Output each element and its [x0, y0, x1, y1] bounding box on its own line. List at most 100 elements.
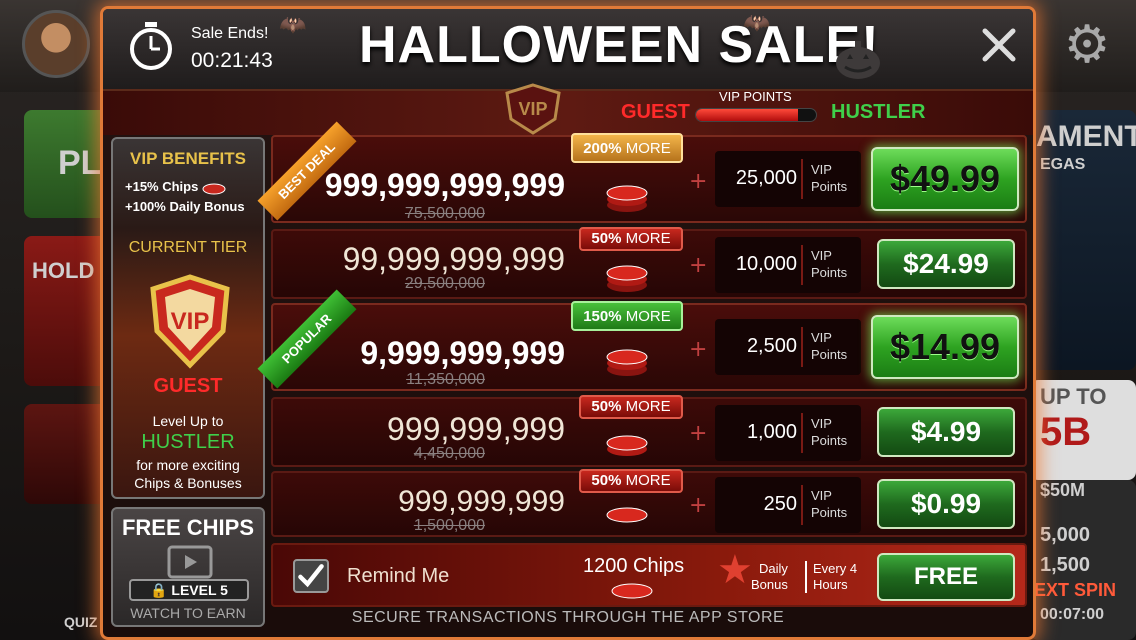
background-1500-label: 1,500	[1040, 554, 1091, 576]
plus-sign: +	[689, 421, 708, 446]
free-chips-title: FREE CHIPS	[121, 515, 255, 540]
daily-chip-amount: 1200 Chips	[583, 555, 685, 577]
chips-icon	[606, 185, 648, 212]
bonus-percent: 150%	[583, 308, 622, 325]
vip-benefits-panel: VIP BENEFITS +15% Chips +100% Daily Bonu…	[111, 137, 265, 499]
old-chip-amount: 11,350,000	[406, 371, 485, 388]
background-vegas-label: EGAS	[1040, 156, 1086, 173]
bonus-more-label: MORE	[625, 230, 671, 247]
price-button[interactable]: $14.99	[871, 315, 1019, 379]
chip-amount: 999,999,999,999	[324, 167, 565, 203]
chips-icon	[606, 435, 648, 456]
old-chip-amount: 75,500,000	[404, 205, 485, 222]
background-jackpot-tile: UP TO 5B	[1030, 380, 1136, 480]
bonus-label: Bonus	[751, 577, 788, 592]
pumpkin-icon	[836, 41, 880, 79]
chip-amount: 999,999,999	[387, 411, 565, 447]
next-tier-name: HUSTLER	[141, 431, 235, 453]
vip-points-unit: VIP Points	[811, 247, 847, 281]
background-next-spin-label: EXT SPIN	[1034, 580, 1117, 600]
background-spin-timer: 00:07:00	[1040, 606, 1105, 623]
page-title: HALLOWEEN SALE!	[359, 16, 880, 74]
price-button[interactable]: $4.99	[877, 407, 1015, 457]
vip-points-unit: VIP Points	[811, 487, 847, 521]
vip-points-value: 25,000	[735, 167, 797, 189]
remind-me-checkbox[interactable]	[293, 559, 329, 593]
vip-next-tier-label: HUSTLER	[831, 101, 926, 123]
bonus-more-label: MORE	[625, 308, 671, 325]
video-icon	[167, 545, 213, 579]
background-play-label: PL	[58, 144, 102, 182]
vip-shield-text: VIP	[171, 308, 210, 335]
offer-row: 50% MORE 99,999,999,999 29,500,000 + 10,…	[271, 227, 1027, 299]
vip-points-box: 1,000 VIP Points	[715, 405, 861, 461]
chips-bonuses-text: Chips & Bonuses	[134, 475, 242, 491]
bonus-percent-tag: 200% MORE	[571, 133, 683, 163]
plus-sign: +	[689, 493, 708, 518]
price-button[interactable]: $0.99	[877, 479, 1015, 529]
level-up-text: Level Up to	[152, 413, 224, 429]
lock-icon: 🔒	[150, 582, 168, 598]
offer-row: BEST DEAL 200% MORE 999,999,999,999 75,5…	[257, 121, 1027, 223]
sale-countdown-timer: 00:21:43	[191, 49, 273, 72]
price-button[interactable]: $49.99	[871, 147, 1019, 211]
vip-points-box: 250 VIP Points	[715, 477, 861, 533]
offer-row: 50% MORE 999,999,999 4,450,000 + 1,000 V…	[271, 395, 1027, 467]
background-5000-label: 5,000	[1040, 524, 1091, 546]
chips-icon	[611, 583, 653, 599]
vip-points-progress-bar	[695, 108, 817, 122]
stopwatch-icon	[130, 22, 172, 70]
player-avatar[interactable]	[22, 10, 90, 78]
vip-separator	[801, 485, 803, 525]
old-chip-amount: 29,500,000	[404, 275, 485, 292]
vip-unit-vip: VIP	[811, 162, 832, 177]
vip-unit-vip: VIP	[811, 488, 832, 503]
remind-me-label: Remind Me	[347, 565, 450, 587]
vip-unit-vip: VIP	[811, 330, 832, 345]
background-tournament-tile: AMENT EGAS	[1030, 110, 1136, 370]
price-button[interactable]: $24.99	[877, 239, 1015, 289]
sale-ends-label: Sale Ends!	[191, 25, 269, 42]
bat-icon: 🦇	[279, 13, 307, 38]
vip-points-label: VIP POINTS	[719, 89, 792, 104]
current-tier-name: GUEST	[153, 375, 223, 397]
background-play-tile: PL	[24, 110, 108, 218]
background-quiz-label: QUIZ	[64, 614, 98, 630]
chips-icon	[606, 349, 648, 376]
bonus-more-label: MORE	[625, 398, 671, 415]
background-50m-label: $50M	[1040, 480, 1086, 500]
vip-unit-points: Points	[811, 347, 848, 362]
plus-sign: +	[689, 337, 708, 362]
vip-current-tier-label: GUEST	[621, 101, 690, 123]
vip-points-value: 10,000	[735, 253, 797, 275]
chip-amount: 999,999,999	[398, 485, 565, 518]
vip-separator	[801, 159, 803, 199]
vip-separator	[801, 413, 803, 453]
gear-icon[interactable]: ⚙	[1060, 18, 1114, 72]
chip-amount: 99,999,999,999	[342, 241, 565, 277]
bonus-more-label: MORE	[625, 472, 671, 489]
vip-unit-vip: VIP	[811, 416, 832, 431]
vip-shield-icon: VIP	[150, 274, 230, 369]
halloween-sale-modal: Sale Ends! 00:21:43 🦇 🦇 HALLOWEEN SALE! …	[100, 6, 1036, 640]
vip-points-box: 2,500 VIP Points	[715, 319, 861, 375]
daily-label: Daily	[758, 561, 788, 576]
background-tournament-label: AMENT	[1036, 120, 1136, 153]
bonus-percent-tag: 50% MORE	[579, 227, 683, 251]
background-holdem-tile: HOLD	[24, 236, 108, 386]
background-5b-label: 5B	[1040, 410, 1092, 454]
vip-points-value: 250	[763, 493, 797, 515]
background-spin-tile: $50M 5,000 1,500 EXT SPIN 00:07:00	[1030, 480, 1136, 640]
more-exciting-text: for more exciting	[136, 457, 240, 473]
vip-benefit-chips-text: +15% Chips	[125, 179, 199, 194]
background-hold-label: HOLD	[32, 258, 95, 283]
bonus-percent: 50%	[591, 398, 622, 415]
every-4-hours-label: Every 4 Hours	[805, 561, 857, 593]
free-claim-button[interactable]: FREE	[877, 553, 1015, 601]
background-slots-tile	[24, 404, 108, 504]
plus-sign: +	[689, 169, 708, 194]
offer-row: 50% MORE 999,999,999 1,500,000 + 250 VIP…	[271, 469, 1027, 537]
close-icon[interactable]	[979, 25, 1019, 65]
secure-transactions-footer: SECURE TRANSACTIONS THROUGH THE APP STOR…	[351, 609, 785, 626]
chips-icon	[606, 265, 648, 292]
